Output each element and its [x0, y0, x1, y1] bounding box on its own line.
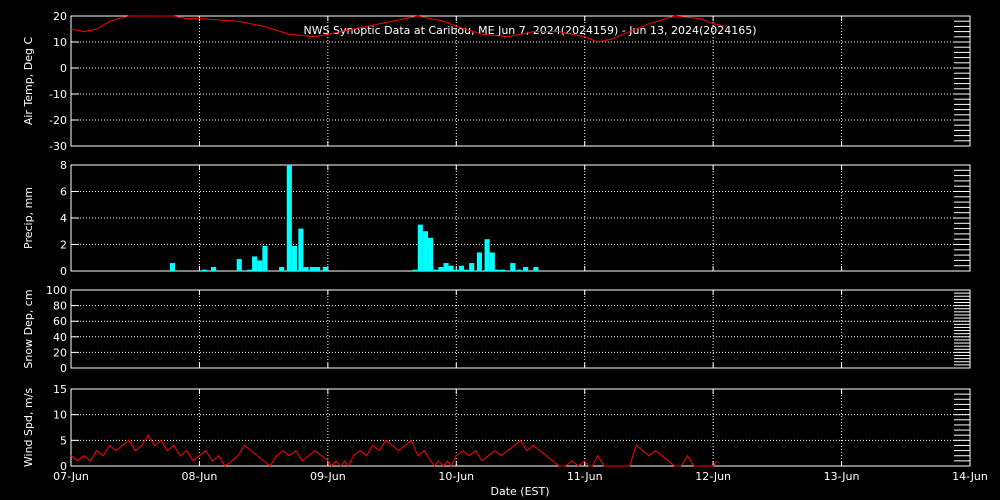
precip-bar — [309, 267, 316, 271]
y-tick-label: 6 — [60, 186, 67, 199]
precip-bar — [428, 237, 434, 271]
precip-bar — [286, 165, 292, 271]
precip-bar — [448, 265, 454, 271]
y-tick-label: 100 — [46, 284, 67, 297]
precip-bar — [489, 252, 495, 271]
precip-bar — [210, 267, 217, 271]
precip-panel: 8 6 4 2 0 Precip, mm — [22, 159, 971, 278]
precip-bar — [246, 269, 253, 271]
y-tick-label: 4 — [60, 212, 67, 225]
y-tick-label: -30 — [49, 140, 67, 153]
y-tick-label: 0 — [60, 62, 67, 75]
plot-frame — [70, 164, 971, 272]
precip-bar — [291, 245, 298, 271]
y-axis-title: Precip, mm — [22, 187, 35, 249]
chart-title: NWS Synoptic Data at Caribou, ME Jun 7, … — [303, 24, 756, 37]
precip-bar — [476, 252, 482, 271]
y-tick-label: 5 — [60, 434, 67, 447]
precip-bar — [458, 265, 464, 271]
chart: NWS Synoptic Data at Caribou, ME Jun 7, … — [0, 0, 1000, 500]
y-tick-label: 0 — [60, 362, 67, 375]
precip-bar — [433, 269, 439, 271]
x-tick-label: 12-Jun — [695, 470, 731, 483]
precip-bar — [494, 269, 500, 271]
x-tick-label: 13-Jun — [824, 470, 860, 483]
x-tick-label: 10-Jun — [438, 470, 474, 483]
y-tick-label: -10 — [49, 88, 67, 101]
wind-speed-panel: 151050Wind Spd, m/s — [22, 383, 971, 473]
precip-bar — [279, 267, 285, 271]
precip-bar — [484, 239, 490, 271]
plot-frame — [70, 289, 971, 369]
precip-bar — [298, 228, 304, 271]
plot-frame — [70, 388, 971, 467]
y-tick-label: 0 — [60, 265, 67, 278]
x-tick-label: 09-Jun — [310, 470, 346, 483]
x-axis-title: Date (EST) — [490, 485, 549, 498]
precip-bar — [417, 224, 423, 271]
precip-bar — [169, 263, 176, 271]
x-tick-label: 07-Jun — [53, 470, 89, 483]
y-axis-title: Snow Dep, cm — [22, 289, 35, 368]
precip-bar — [422, 231, 429, 271]
y-tick-label: 60 — [53, 315, 67, 328]
precip-bar — [523, 267, 529, 271]
y-tick-label: 10 — [53, 409, 67, 422]
y-tick-label: 15 — [53, 383, 67, 396]
precip-bar — [262, 245, 268, 271]
precip-bar — [438, 267, 444, 271]
wind-speed-series-line — [70, 434, 718, 467]
y-tick-label: -20 — [49, 114, 67, 127]
precip-bar — [533, 267, 539, 271]
precip-bar — [236, 259, 242, 271]
precip-bar — [322, 267, 328, 271]
precip-bar — [510, 263, 516, 271]
precip-bar — [257, 260, 263, 271]
y-axis-title: Air Temp, Deg C — [22, 37, 35, 126]
precip-bar — [252, 256, 258, 271]
y-tick-label: 10 — [53, 36, 67, 49]
y-tick-label: 8 — [60, 159, 67, 172]
precip-bar — [463, 269, 470, 271]
x-tick-label: 11-Jun — [567, 470, 603, 483]
precip-bar — [303, 267, 309, 271]
x-tick-label: 08-Jun — [182, 470, 218, 483]
y-tick-label: 20 — [53, 10, 67, 23]
y-tick-label: 2 — [60, 239, 67, 252]
y-tick-label: 20 — [53, 346, 67, 359]
precip-bar — [453, 269, 459, 271]
precip-bar — [469, 263, 475, 271]
precip-bar — [315, 267, 321, 271]
snow-depth-panel: 100 80 60 40 20 0 Snow Dep, cm — [22, 284, 971, 375]
precip-bar — [499, 269, 506, 271]
x-tick-label: 14-Jun — [952, 470, 988, 483]
precip-bar — [443, 263, 449, 271]
precip-bar — [201, 269, 208, 271]
y-axis-title: Wind Spd, m/s — [22, 388, 35, 468]
precip-bar — [412, 269, 418, 271]
precip-bar — [516, 269, 522, 271]
y-tick-label: 40 — [53, 331, 67, 344]
y-tick-label: 80 — [53, 300, 67, 313]
